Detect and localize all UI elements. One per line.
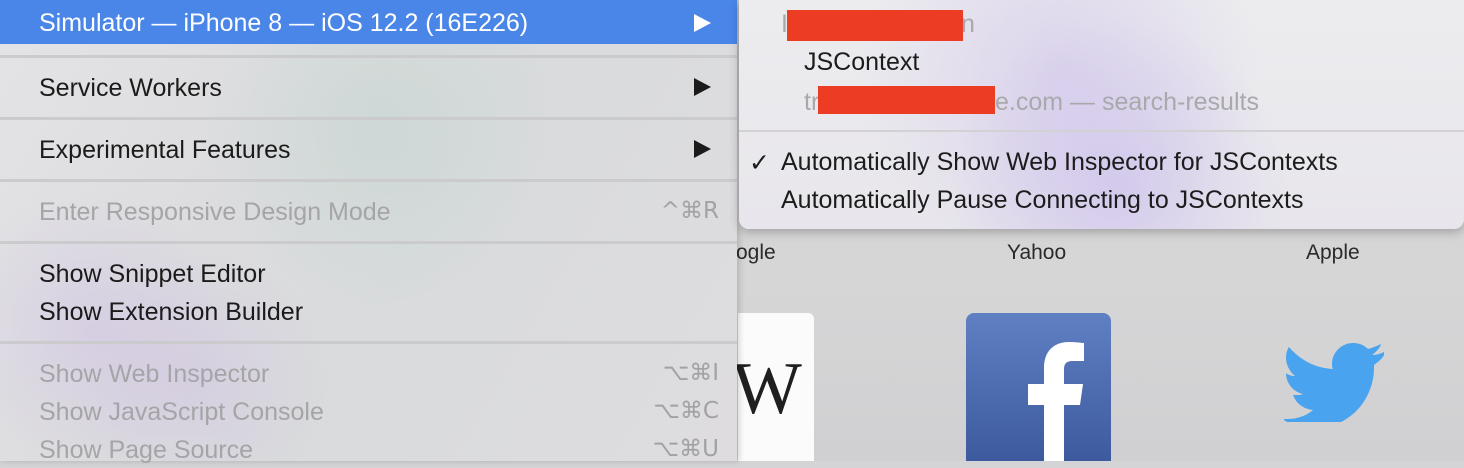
menu-separator [0, 117, 737, 120]
menu-item-shortcut: ⌥⌘C [653, 398, 719, 424]
menu-separator [0, 341, 737, 344]
redaction-block [787, 10, 963, 41]
menu-separator [0, 179, 737, 182]
menu-item-label: Simulator — iPhone 8 — iOS 12.2 (16E226) [39, 9, 529, 37]
menu-item-responsive-design-mode[interactable]: Enter Responsive Design Mode ^⌘R [0, 192, 737, 230]
twitter-icon [1282, 343, 1384, 428]
menu-item-label: Experimental Features [39, 136, 291, 164]
menu-item-label: Service Workers [39, 74, 222, 102]
submenu-item-auto-show-inspector[interactable]: Automatically Show Web Inspector for JSC… [781, 148, 1338, 177]
menu-item-label: Show Snippet Editor [39, 260, 266, 288]
submenu-item-redacted-tail[interactable]: n [961, 10, 975, 39]
menu-item-snippet-editor[interactable]: Show Snippet Editor [0, 254, 737, 292]
submenu-item-jscontext[interactable]: JSContext [804, 48, 919, 77]
menu-item-page-source[interactable]: Show Page Source ⌥⌘U [0, 430, 737, 468]
wikipedia-tile[interactable]: W [732, 313, 814, 461]
menu-item-web-inspector[interactable]: Show Web Inspector ⌥⌘I [0, 354, 737, 392]
menu-item-label: Show JavaScript Console [39, 398, 324, 426]
menu-item-label: Show Extension Builder [39, 298, 304, 326]
wikipedia-icon: W [732, 348, 802, 430]
facebook-tile[interactable] [966, 313, 1111, 461]
favorite-label-google[interactable]: ogle [736, 241, 776, 265]
twitter-tile[interactable] [1282, 340, 1388, 428]
submenu-separator [739, 130, 1464, 132]
develop-menu: Simulator — iPhone 8 — iOS 12.2 (16E226)… [0, 0, 737, 464]
facebook-icon [1028, 342, 1084, 461]
submenu-item-auto-pause-connecting[interactable]: Automatically Pause Connecting to JSCont… [781, 186, 1304, 215]
menu-separator [0, 241, 737, 244]
menu-item-javascript-console[interactable]: Show JavaScript Console ⌥⌘C [0, 392, 737, 430]
checkmark-icon: ✓ [749, 148, 770, 177]
menu-item-experimental-features[interactable]: Experimental Features [0, 130, 737, 168]
menu-item-shortcut: ⌥⌘U [652, 436, 719, 462]
menu-item-label: Enter Responsive Design Mode [39, 198, 391, 226]
submenu-arrow-icon [694, 78, 711, 96]
menu-item-shortcut: ^⌘R [660, 198, 719, 224]
favorite-label-apple[interactable]: Apple [1306, 241, 1360, 265]
menu-item-simulator[interactable]: Simulator — iPhone 8 — iOS 12.2 (16E226) [0, 0, 737, 44]
menu-item-label: Show Web Inspector [39, 360, 270, 388]
redaction-block [818, 86, 995, 114]
submenu-arrow-icon [694, 14, 711, 32]
favorite-label-yahoo[interactable]: Yahoo [1007, 241, 1066, 265]
menu-item-extension-builder[interactable]: Show Extension Builder [0, 292, 737, 330]
menu-separator [0, 55, 737, 58]
submenu-item-site-search-results[interactable]: e.com — search-results [995, 88, 1259, 117]
menu-item-service-workers[interactable]: Service Workers [0, 68, 737, 106]
menu-item-shortcut: ⌥⌘I [662, 360, 719, 386]
submenu-arrow-icon [694, 140, 711, 158]
simulator-submenu: I n JSContext tr e.com — search-results … [739, 0, 1464, 229]
submenu-item-site-head[interactable]: tr [804, 88, 819, 117]
